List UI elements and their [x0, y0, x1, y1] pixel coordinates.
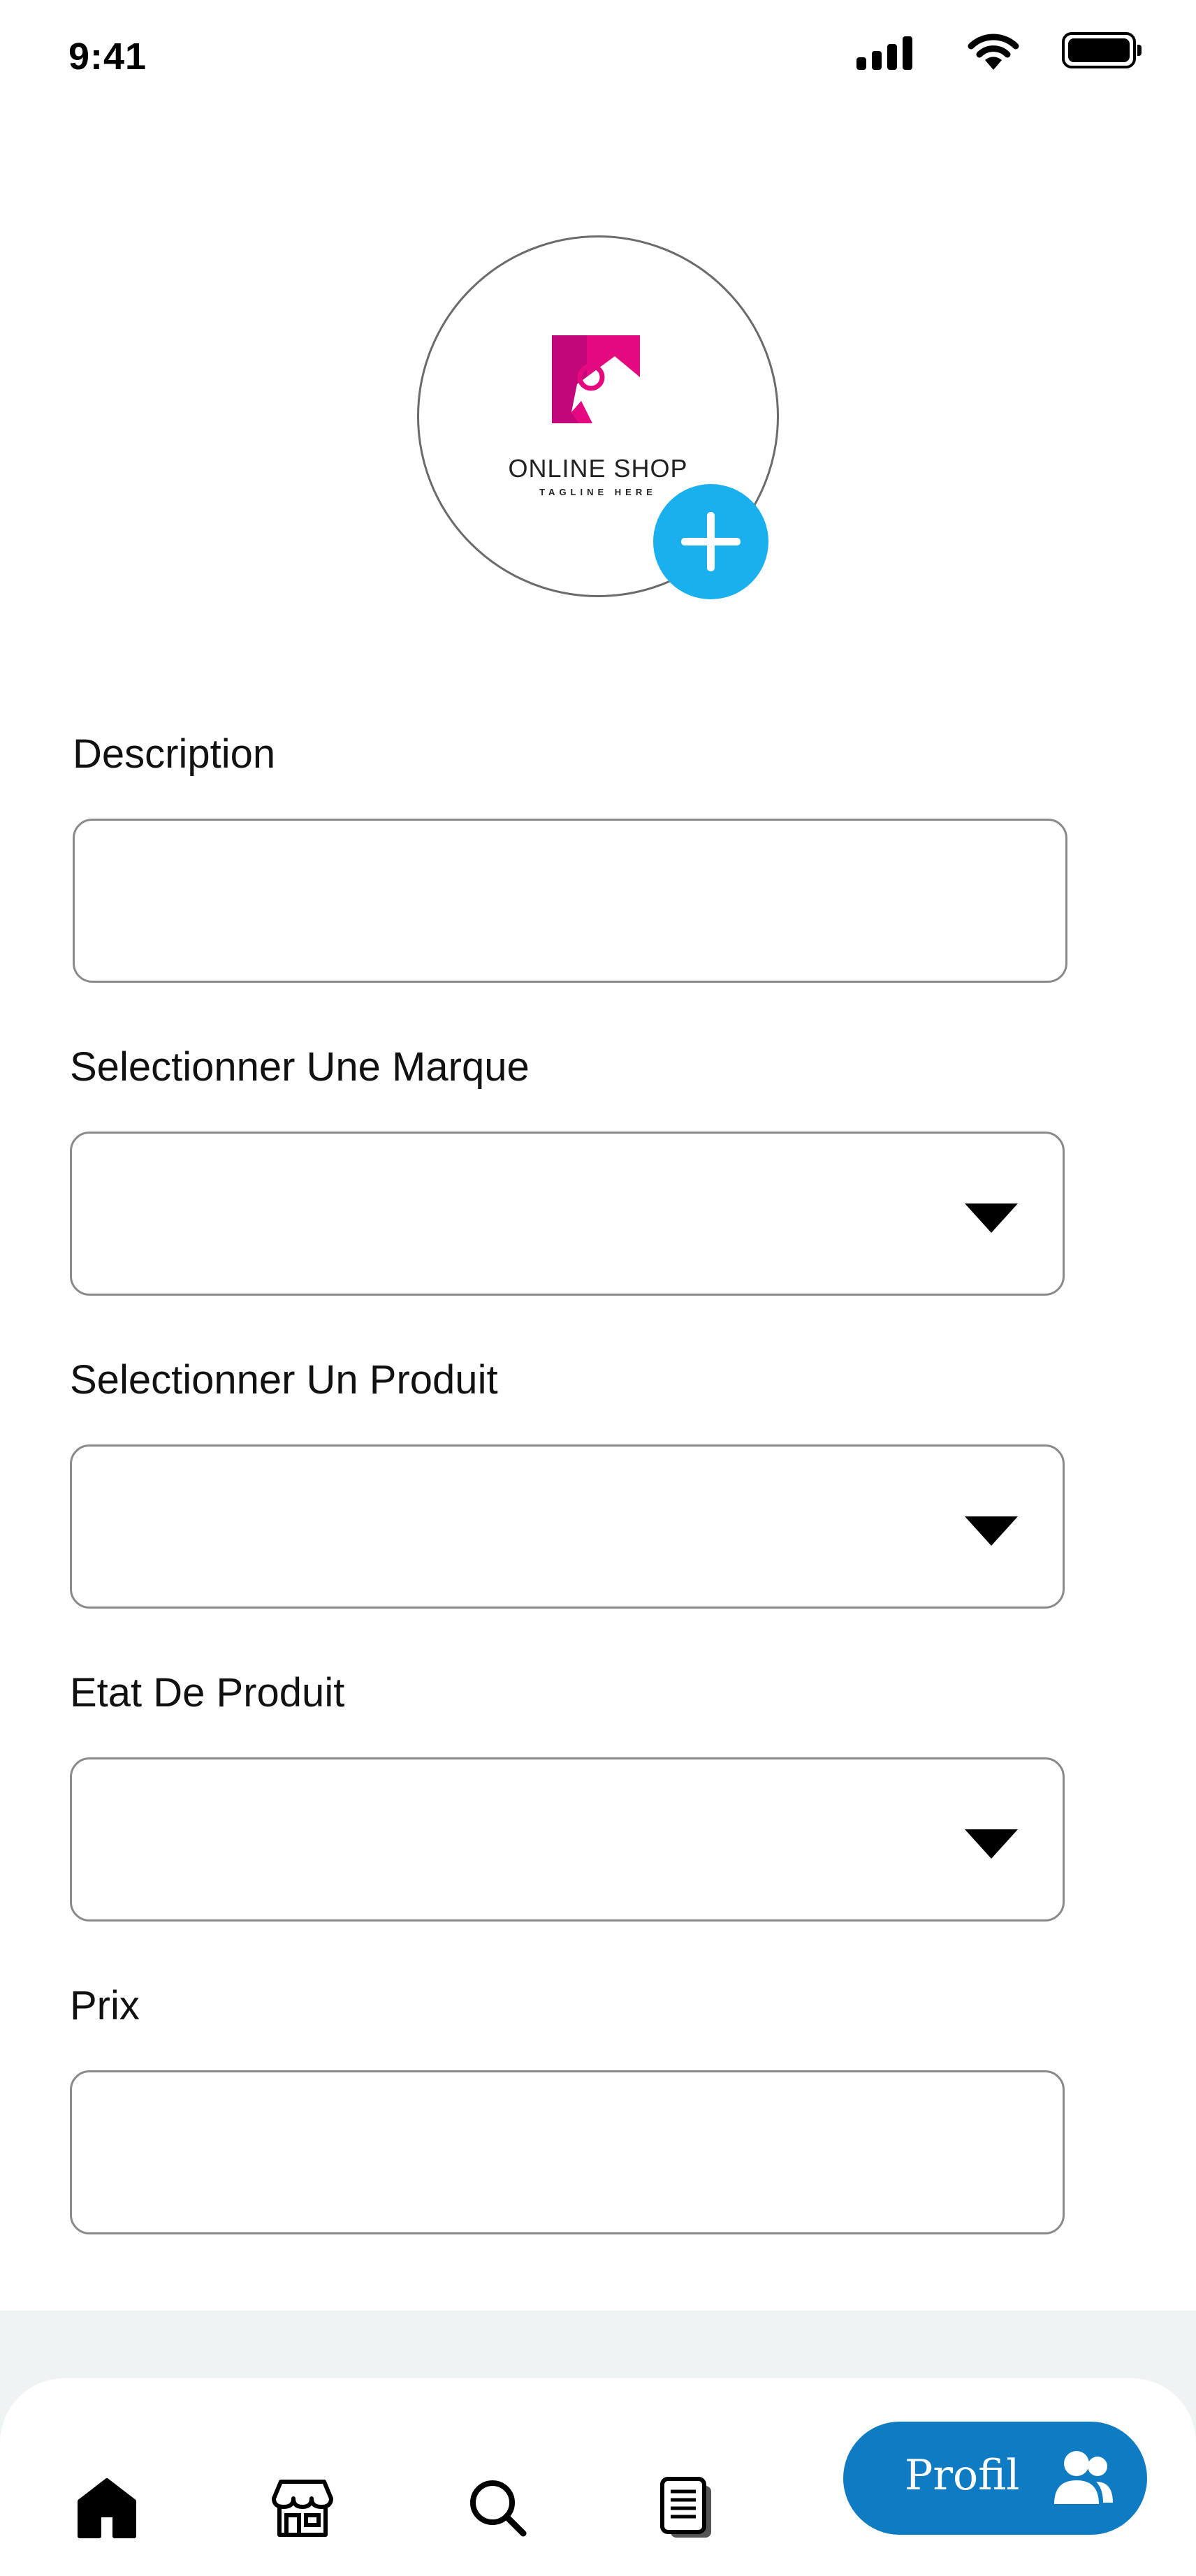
- logo-title: ONLINE SHOP: [508, 454, 688, 483]
- description-input[interactable]: [75, 821, 1065, 981]
- signal-icon: [856, 35, 912, 70]
- wifi-icon: [968, 34, 1019, 70]
- brand-select[interactable]: [70, 1132, 1065, 1296]
- battery-icon: [1062, 32, 1142, 68]
- shopping-bag-logo-icon: [552, 335, 640, 423]
- add-logo-button[interactable]: [653, 484, 768, 599]
- condition-select[interactable]: [70, 1757, 1065, 1922]
- profile-button[interactable]: Profil: [843, 2422, 1147, 2535]
- nav-item-shop[interactable]: [271, 2476, 334, 2539]
- condition-label: Etat De Produit: [70, 1670, 345, 1715]
- price-input[interactable]: [72, 2072, 1063, 2232]
- nav-item-orders[interactable]: [657, 2476, 720, 2539]
- document-icon: [660, 2477, 711, 2538]
- product-label: Selectionner Un Produit: [70, 1357, 498, 1403]
- product-select[interactable]: [70, 1444, 1065, 1609]
- description-field[interactable]: [73, 819, 1067, 983]
- status-time: 9:41: [68, 36, 147, 78]
- description-label: Description: [73, 731, 276, 777]
- chevron-down-icon: [965, 1203, 1018, 1233]
- brand-label: Selectionner Une Marque: [70, 1044, 530, 1090]
- nav-item-search[interactable]: [466, 2476, 529, 2539]
- store-icon: [272, 2480, 333, 2537]
- price-field[interactable]: [70, 2070, 1065, 2234]
- search-icon: [470, 2480, 527, 2537]
- users-icon: [1054, 2451, 1113, 2504]
- chevron-down-icon: [965, 1829, 1018, 1859]
- price-label: Prix: [70, 1983, 140, 2028]
- chevron-down-icon: [965, 1516, 1018, 1546]
- bottom-nav: Profil: [0, 2378, 1196, 2576]
- profile-label: Profil: [905, 2451, 1020, 2500]
- status-bar: 9:41: [0, 0, 1196, 119]
- nav-item-home[interactable]: [75, 2476, 138, 2539]
- home-icon: [78, 2478, 136, 2538]
- plus-icon: [681, 512, 741, 571]
